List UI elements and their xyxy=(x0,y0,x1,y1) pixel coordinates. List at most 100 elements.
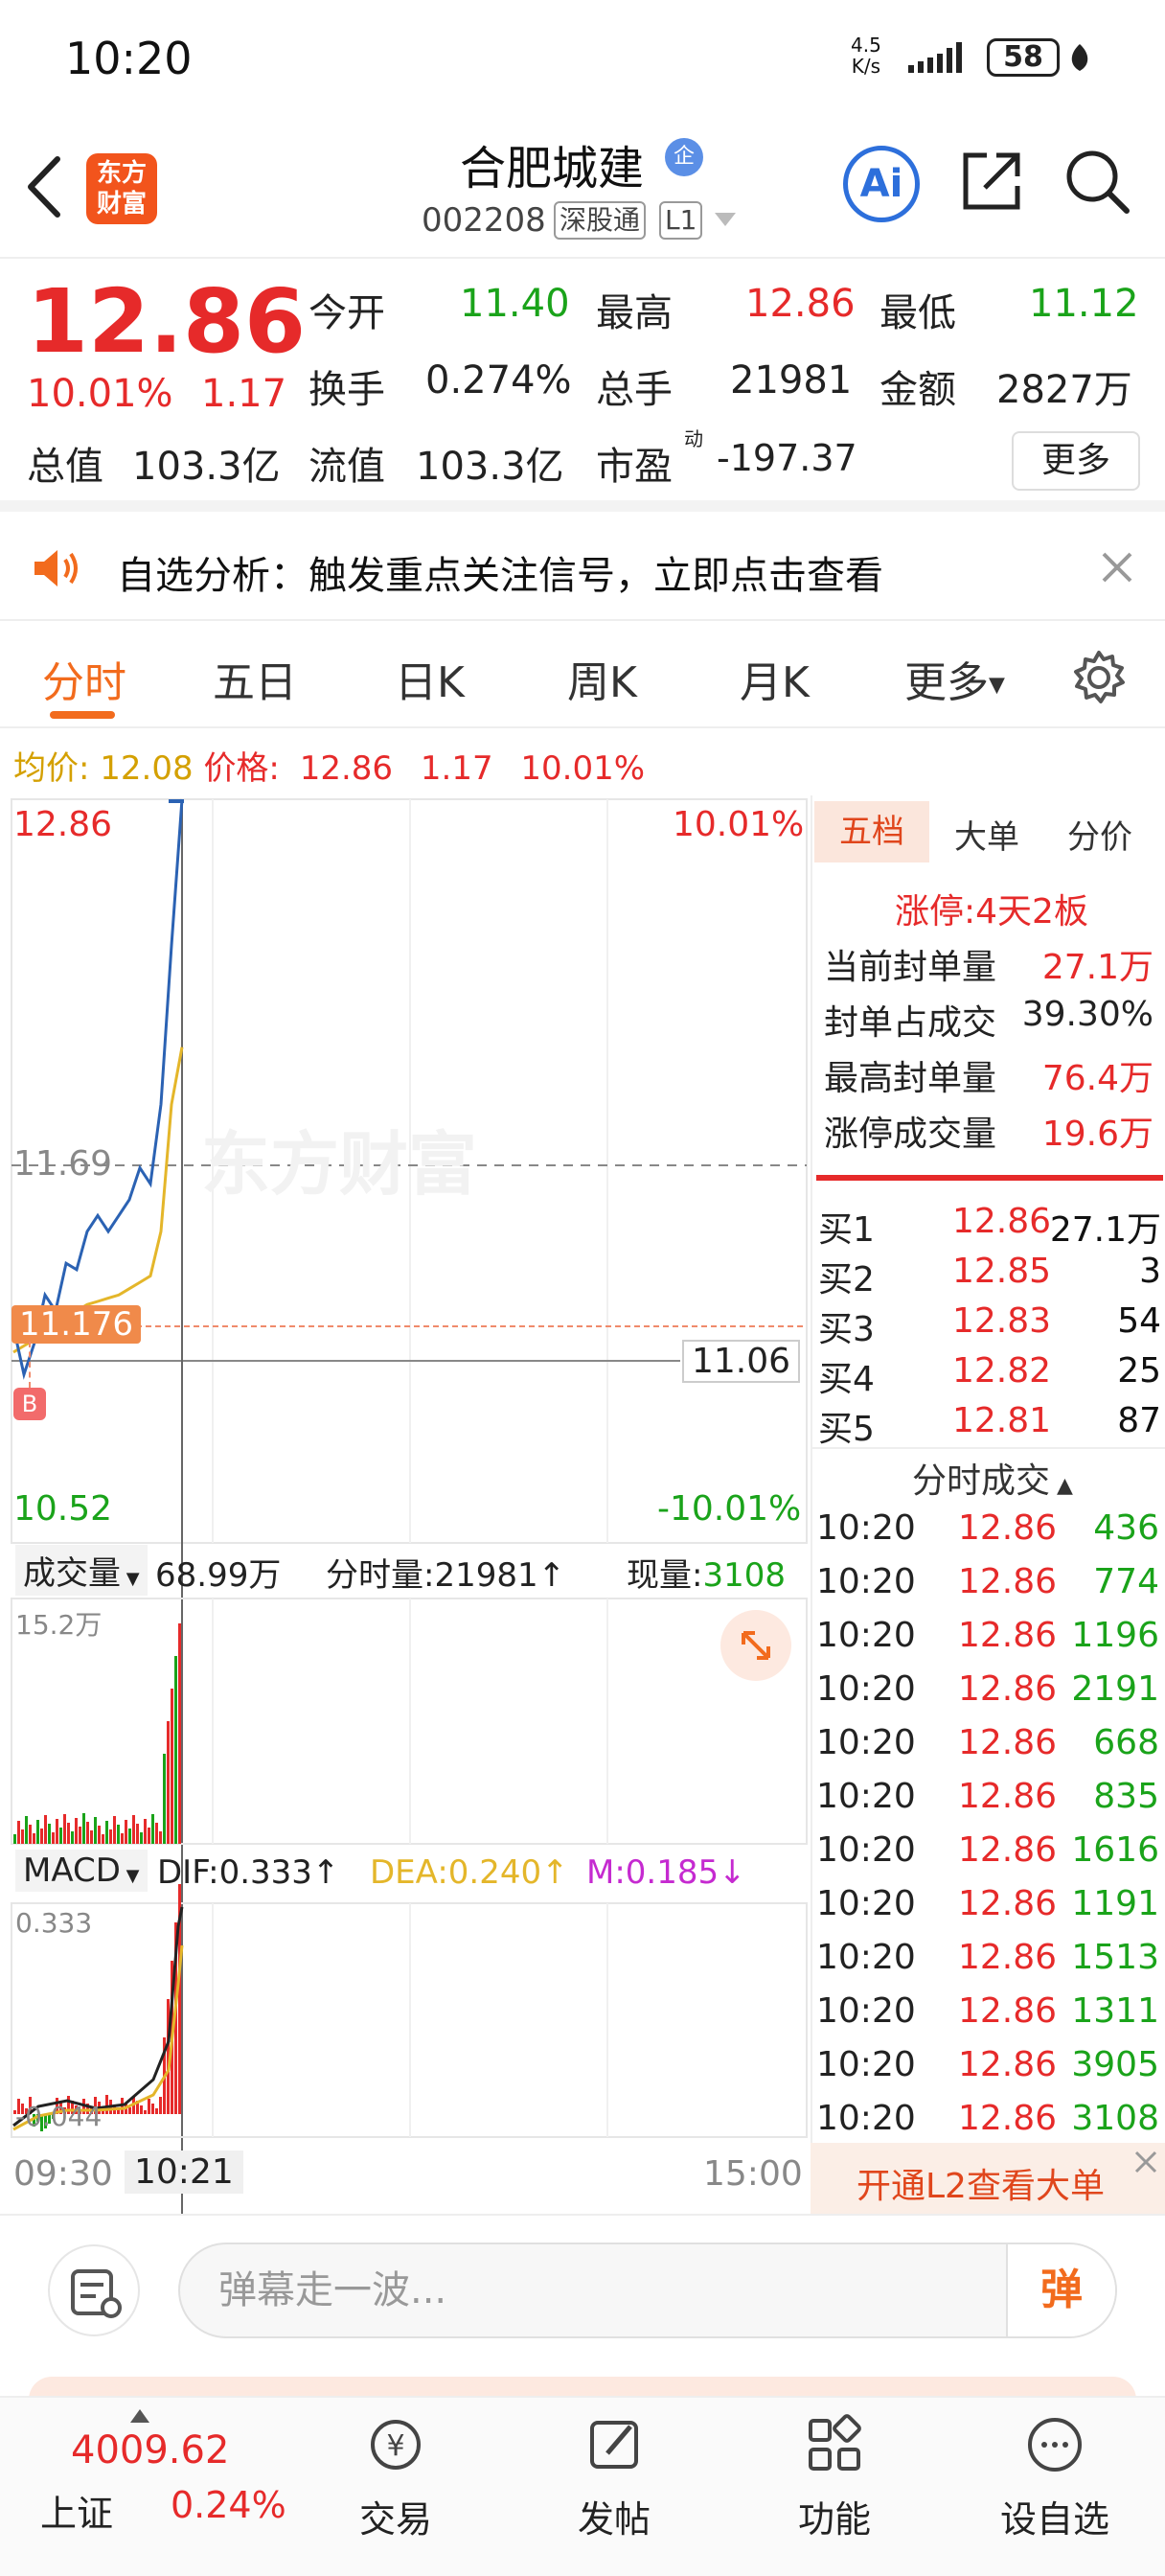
buy-marker[interactable]: B xyxy=(13,1388,46,1420)
intraday-chart[interactable]: 东方财富 12.86 10.01% 11.69 11.176 11.06 B 1… xyxy=(0,795,811,2214)
back-arrow-icon[interactable] xyxy=(23,153,65,220)
nav-add-watchlist[interactable]: 设自选 xyxy=(983,2411,1127,2542)
trade-time: 10:20 xyxy=(816,1723,916,1762)
limit-up-info: 涨停:4天2板 xyxy=(824,884,1159,933)
volume-bar xyxy=(174,1656,177,1844)
time-cursor: 10:21 xyxy=(125,2150,243,2194)
float-value-label: 流值 xyxy=(308,445,385,489)
volume-bar xyxy=(151,1814,154,1844)
trade-price: 12.86 xyxy=(958,1777,1058,1816)
price-value: 12.86 xyxy=(299,749,394,788)
high-value: 12.86 xyxy=(745,282,856,326)
trades-title[interactable]: 分时成交 ▲ xyxy=(912,1453,1073,1503)
trade-row: 10:20 12.86 835 xyxy=(816,1777,1163,1816)
trade-qty: 2191 xyxy=(1071,1669,1159,1709)
search-icon[interactable] xyxy=(1063,148,1131,215)
bid-price: 12.81 xyxy=(952,1401,1052,1440)
volume-bar xyxy=(33,1833,35,1844)
price-label: 价格: xyxy=(203,749,280,788)
amount-value: 2827万 xyxy=(996,368,1132,412)
macd-bar xyxy=(105,2095,108,2114)
tab-intraday[interactable]: 分时 xyxy=(42,648,126,709)
app-logo[interactable]: 东方 财富 xyxy=(86,153,157,224)
volume-bar xyxy=(102,1834,104,1844)
more-button[interactable]: 更多 xyxy=(1012,431,1140,491)
index-value[interactable]: 4009.62 xyxy=(71,2428,229,2472)
macd-bar xyxy=(151,2104,154,2114)
trade-price: 12.86 xyxy=(958,2045,1058,2084)
volume-bar xyxy=(63,1814,66,1844)
edit-icon xyxy=(590,2421,638,2469)
macd-selector[interactable]: MACD ▼ xyxy=(15,1850,148,1892)
time-start: 09:30 xyxy=(13,2154,113,2194)
last-price: 12.86 xyxy=(27,270,307,373)
trade-row: 10:20 12.86 1191 xyxy=(816,1884,1163,1923)
tab-more[interactable]: 更多▼ xyxy=(904,648,1005,709)
index-change[interactable]: 0.24% xyxy=(171,2484,286,2526)
notice-bar[interactable]: 自选分析：触发重点关注信号，立即点击查看 xyxy=(0,512,1165,621)
cursor-right-label: 11.06 xyxy=(682,1340,801,1383)
ai-button[interactable]: Ai xyxy=(843,146,920,222)
trade-qty: 1616 xyxy=(1071,1830,1159,1870)
bid-row: 买3 12.83 54 xyxy=(818,1301,1163,1351)
volume-bar xyxy=(178,1623,181,1844)
index-name[interactable]: 上证 xyxy=(40,2484,113,2537)
bid-row: 买5 12.81 87 xyxy=(818,1401,1163,1451)
bottom-nav: 4009.62 上证 0.24% ¥ 交易 发帖 功能 设自选 xyxy=(0,2396,1165,2576)
volume-value: 21981 xyxy=(730,358,853,402)
chevron-down-icon[interactable] xyxy=(715,213,736,226)
danmaku-input[interactable]: 弹幕走一波... xyxy=(178,2242,1117,2338)
caret-down-icon: ▼ xyxy=(989,673,1005,698)
turnover-value: 0.274% xyxy=(425,358,572,402)
tab-price-distribution[interactable]: 分价 xyxy=(1067,811,1132,858)
close-icon[interactable] xyxy=(1132,2149,1159,2175)
nav-functions[interactable]: 功能 xyxy=(763,2411,906,2542)
tab-daily-k[interactable]: 日K xyxy=(395,648,465,709)
trade-time: 10:20 xyxy=(816,1616,916,1655)
limit-label: 涨停: xyxy=(895,892,976,932)
danmaku-send-button[interactable]: 弹 xyxy=(1006,2244,1115,2336)
l2-promo-banner[interactable]: 开通L2查看大单 xyxy=(811,2143,1165,2214)
trade-qty: 436 xyxy=(1093,1508,1159,1548)
volume-period: 分时量:21981↑ xyxy=(326,1549,565,1596)
nav-post[interactable]: 发帖 xyxy=(542,2411,686,2542)
level-tag[interactable]: L1 xyxy=(659,201,703,240)
stat-value: 39.30% xyxy=(1021,995,1154,1034)
volume-bar xyxy=(59,1828,62,1844)
stock-name: 合肥城建 xyxy=(460,142,645,196)
share-icon[interactable] xyxy=(958,148,1025,215)
bid-qty: 54 xyxy=(1117,1301,1161,1341)
tab-five-day[interactable]: 五日 xyxy=(213,648,297,709)
stock-code: 002208 xyxy=(422,201,546,240)
nav-trade[interactable]: ¥ 交易 xyxy=(324,2411,468,2542)
more-dots-icon xyxy=(1028,2418,1082,2472)
trade-row: 10:20 12.86 1196 xyxy=(816,1616,1163,1655)
price-pct: 10.01% xyxy=(520,749,646,788)
expand-button[interactable] xyxy=(720,1610,791,1681)
bid-label: 买1 xyxy=(818,1210,875,1250)
quote-panel: 12.86 10.01% 1.17 今开 11.40 最高 12.86 最低 1… xyxy=(0,261,1165,512)
gear-icon[interactable] xyxy=(1071,650,1127,705)
volume-bar xyxy=(159,1831,162,1844)
tab-weekly-k[interactable]: 周K xyxy=(567,648,637,709)
pe-superscript: 动 xyxy=(684,427,703,450)
tab-monthly-k[interactable]: 月K xyxy=(740,648,810,709)
volume-bar xyxy=(98,1826,101,1844)
avg-label: 均价: xyxy=(13,749,90,788)
volume-bar xyxy=(90,1830,93,1844)
volume-selector[interactable]: 成交量 ▼ xyxy=(15,1545,148,1596)
dif-text: DIF:0.333 xyxy=(157,1853,312,1892)
tab-big-orders[interactable]: 大单 xyxy=(954,811,1019,858)
volume-bar xyxy=(52,1832,55,1844)
low-value: 11.12 xyxy=(1029,282,1139,326)
volume-bar xyxy=(48,1824,51,1844)
tab-five-levels[interactable]: 五档 xyxy=(814,801,929,862)
stat-label: 最高封单量 xyxy=(824,1059,997,1098)
trade-row: 10:20 12.86 3108 xyxy=(816,2099,1163,2138)
danmaku-settings-button[interactable] xyxy=(48,2244,140,2336)
dea-text: DEA:0.240 xyxy=(370,1853,542,1892)
marker-stem xyxy=(29,1342,31,1388)
dif-line xyxy=(12,1906,184,2128)
close-icon[interactable] xyxy=(1100,550,1134,585)
volume-bar xyxy=(56,1819,58,1844)
